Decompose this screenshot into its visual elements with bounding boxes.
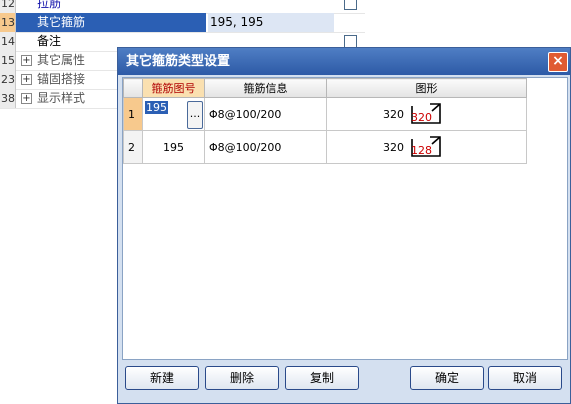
cancel-button[interactable]: 取消 — [488, 366, 562, 390]
corner-header — [123, 78, 143, 98]
new-button[interactable]: 新建 — [125, 366, 199, 390]
row-number: 15 — [0, 51, 16, 70]
column-header-info[interactable]: 箍筋信息 — [204, 78, 327, 98]
property-name: 显示样式 — [37, 91, 86, 105]
property-name: 其它属性 — [37, 53, 86, 67]
row-number: 13 — [0, 13, 16, 32]
dialog-titlebar[interactable]: 其它箍筋类型设置 × — [118, 48, 570, 75]
row-index[interactable]: 1 — [123, 97, 143, 131]
stirrup-number-cell[interactable]: 195 — [142, 130, 205, 164]
column-header-shape[interactable]: 图形 — [326, 78, 527, 98]
property-checkbox[interactable] — [344, 0, 357, 10]
row-number: 14 — [0, 32, 16, 51]
shape-label: 128 — [411, 144, 432, 157]
table-row[interactable]: 2 195 Φ8@100/200 320 128 — [123, 130, 527, 164]
ok-button[interactable]: 确定 — [410, 366, 484, 390]
stirrup-number-input[interactable]: 195 — [145, 101, 168, 114]
property-name: 拉筋 — [37, 0, 62, 10]
copy-button[interactable]: 复制 — [285, 366, 359, 390]
stirrup-shape-cell[interactable]: 320 128 — [326, 130, 527, 164]
row-number: 38 — [0, 89, 16, 108]
stirrup-info-cell[interactable]: Φ8@100/200 — [204, 97, 327, 131]
stirrup-number-value: 195 — [163, 140, 184, 154]
property-name: 备注 — [37, 34, 62, 48]
row-number: 12 — [0, 0, 16, 13]
column-header-number[interactable]: 箍筋图号 — [142, 78, 205, 98]
stirrup-info-cell[interactable]: Φ8@100/200 — [204, 130, 327, 164]
stirrup-number-cell[interactable]: 195 ... — [142, 97, 205, 131]
property-name: 其它箍筋 — [16, 13, 206, 32]
expand-icon[interactable]: + — [21, 93, 32, 104]
shape-label: 320 — [411, 111, 432, 124]
close-icon[interactable]: × — [548, 52, 568, 72]
shape-dimension: 320 — [383, 141, 404, 154]
expand-icon[interactable]: + — [21, 55, 32, 66]
row-index[interactable]: 2 — [123, 130, 143, 164]
property-row-stirrup-tie[interactable]: 12 拉筋 — [0, 0, 365, 14]
property-row-other-stirrups[interactable]: 13 其它箍筋 195, 195 — [0, 13, 365, 33]
stirrup-table: 箍筋图号 箍筋信息 图形 1 195 ... Φ8@100/200 320 32… — [123, 78, 527, 164]
dialog-title: 其它箍筋类型设置 — [126, 54, 231, 69]
shape-dimension: 320 — [383, 108, 404, 121]
stirrup-table-area: 箍筋图号 箍筋信息 图形 1 195 ... Φ8@100/200 320 32… — [122, 77, 568, 360]
ellipsis-button[interactable]: ... — [187, 101, 203, 129]
delete-button[interactable]: 删除 — [205, 366, 279, 390]
row-number: 23 — [0, 70, 16, 89]
other-stirrup-type-dialog: 其它箍筋类型设置 × 箍筋图号 箍筋信息 图形 1 195 ... Φ8@100… — [117, 47, 571, 404]
property-name: 锚固搭接 — [37, 72, 86, 86]
table-row[interactable]: 1 195 ... Φ8@100/200 320 320 — [123, 97, 527, 131]
table-header-row: 箍筋图号 箍筋信息 图形 — [123, 78, 527, 98]
property-value[interactable]: 195, 195 — [208, 13, 334, 32]
stirrup-shape-cell[interactable]: 320 320 — [326, 97, 527, 131]
expand-icon[interactable]: + — [21, 74, 32, 85]
